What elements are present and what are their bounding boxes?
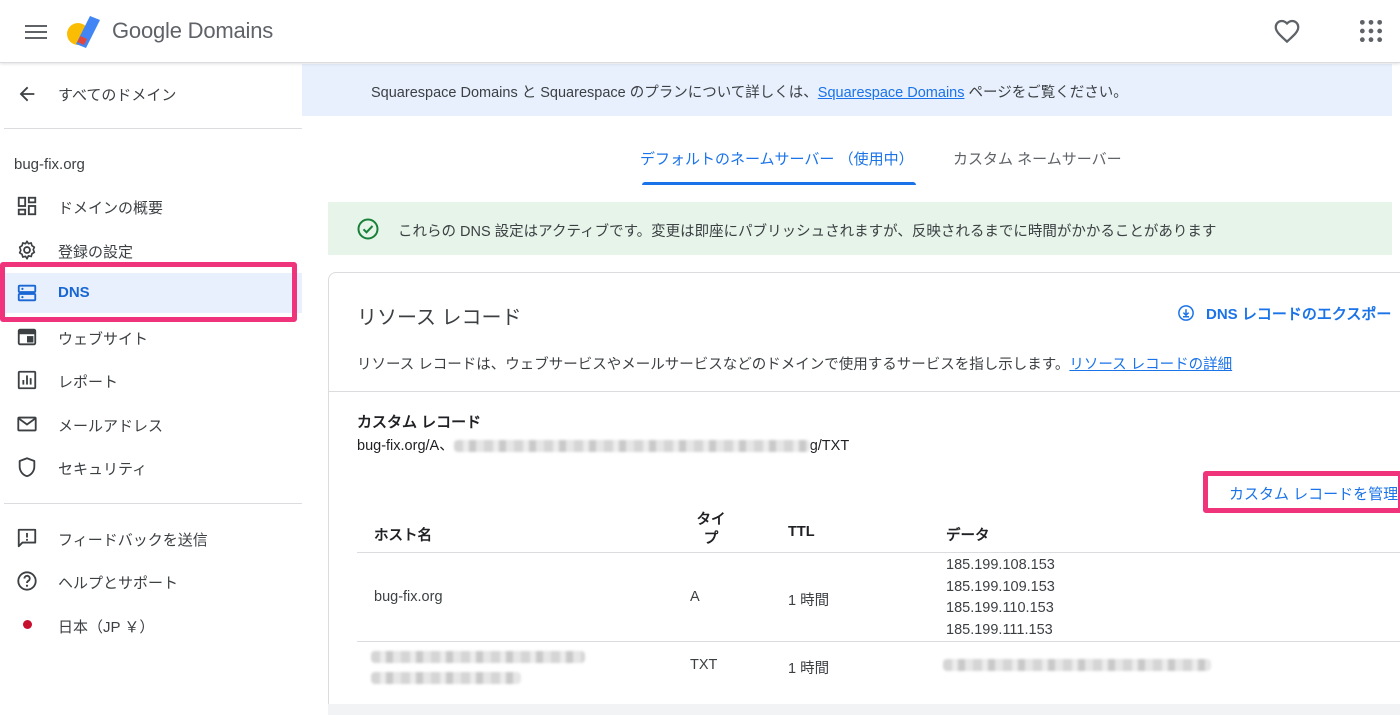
record-data-value: 185.199.111.153 [946,622,1053,639]
domain-name: bug-fix.org [14,156,85,173]
sidebar-item-help[interactable]: ヘルプとサポート [0,561,302,601]
shield-icon [18,457,36,478]
description-text: リソース レコードは、ウェブサービスやメールサービスなどのドメインで使用するサー… [357,357,1070,373]
logo-text[interactable]: Google Domains [112,18,273,44]
record-ttl: 1 時間 [788,661,830,677]
redacted-text [453,440,810,453]
heart-icon[interactable] [1272,16,1302,46]
sidebar-item-security[interactable]: セキュリティ [0,447,302,487]
resource-records-card: リソース レコード DNS レコードのエクスポー リソース レコードは、ウェブサ… [328,272,1400,715]
export-label: DNS レコードのエクスポー [1206,306,1392,323]
record-data-value: 185.199.110.153 [946,600,1054,617]
dns-server-icon [17,284,37,302]
sidebar-item-label: 登録の設定 [58,244,134,261]
redacted-text [371,651,585,663]
column-header-type: タイプ [696,512,726,547]
apps-grid-icon[interactable] [1358,18,1384,44]
column-header-host: ホスト名 [374,528,432,544]
back-label: すべてのドメイン [58,87,177,104]
banner-text-before: Squarespace Domains と Squarespace のプランにつ… [371,85,818,101]
main-content: Squarespace Domains と Squarespace のプランにつ… [302,64,1400,715]
record-host-redacted [371,651,585,684]
records-table-header: ホスト名 タイプ TTL データ [357,512,1400,553]
sidebar-item-label: メールアドレス [58,418,164,435]
tab-default-nameservers[interactable]: デフォルトのネームサーバー （使用中） [640,148,916,186]
sidebar-item-region[interactable]: 日本（JP ￥） [0,605,302,645]
record-type: A [690,589,700,605]
column-header-data: データ [946,528,990,544]
sidebar-item-website[interactable]: ウェブサイト [0,317,302,357]
sidebar-item-dns[interactable]: DNS [0,273,302,313]
resource-records-details-link[interactable]: リソース レコードの詳細 [1069,357,1232,373]
column-header-ttl: TTL [788,524,815,540]
record-ttl: 1 時間 [788,593,830,609]
app-header: Google Domains [0,0,1400,63]
sidebar-item-label: 日本（JP ￥） [58,619,155,636]
redacted-text [943,659,1211,672]
notice-text: これらの DNS 設定はアクティブです。変更は即座にパブリッシュされますが、反映… [398,224,1217,240]
download-icon [1178,305,1194,321]
hamburger-menu-icon[interactable] [20,16,52,48]
tab-custom-nameservers[interactable]: カスタム ネームサーバー [953,148,1122,186]
sidebar-item-registration-settings[interactable]: 登録の設定 [0,230,302,270]
sidebar-item-label: フィードバックを送信 [58,532,208,549]
custom-records-summary: bug-fix.org/A、 g/TXT [357,434,849,455]
sidebar-item-feedback[interactable]: フィードバックを送信 [0,518,302,558]
google-domains-logo-icon [67,16,100,48]
info-banner: Squarespace Domains と Squarespace のプランにつ… [302,64,1392,116]
sidebar-divider [4,503,302,504]
sidebar-item-label: DNS [58,284,90,301]
website-icon [17,328,37,346]
banner-text: Squarespace Domains と Squarespace のプランにつ… [371,81,1128,102]
japan-flag-icon [23,620,32,629]
sidebar-item-reports[interactable]: レポート [0,360,302,400]
dns-active-notice: これらの DNS 設定はアクティブです。変更は即座にパブリッシュされますが、反映… [328,202,1392,255]
nameserver-tabs: デフォルトのネームサーバー （使用中） カスタム ネームサーバー [302,148,1400,186]
tab-label: カスタム ネームサーバー [953,151,1122,168]
table-row[interactable]: bug-fix.org A 1 時間 185.199.108.153 185.1… [357,554,1400,642]
all-domains-back-link[interactable]: すべてのドメイン [0,76,302,112]
record-data-value: 185.199.108.153 [946,557,1055,573]
card-divider [329,391,1400,392]
record-data-redacted [943,657,1211,673]
gear-icon [18,240,36,260]
dashboard-icon [17,196,37,216]
resource-records-title: リソース レコード [357,307,522,329]
sidebar-divider [4,128,302,129]
sidebar-item-label: ウェブサイト [58,331,149,348]
resource-records-description: リソース レコードは、ウェブサービスやメールサービスなどのドメインで使用するサー… [357,353,1232,374]
sidebar-item-label: セキュリティ [58,461,148,478]
tab-label: デフォルトのネームサーバー （使用中） [640,151,914,168]
sidebar-item-label: レポート [58,374,119,391]
active-tab-indicator [642,182,916,185]
summary-suffix: g/TXT [809,438,850,454]
report-chart-icon [17,370,37,390]
record-data: 185.199.108.153 185.199.109.153 185.199.… [946,555,1055,642]
sidebar-item-label: ドメインの概要 [58,200,164,217]
record-host: bug-fix.org [374,589,443,605]
arrow-back-icon [19,86,35,102]
sidebar-item-overview[interactable]: ドメインの概要 [0,186,302,226]
sidebar: すべてのドメイン bug-fix.org ドメインの概要 登録の設定 DNS ウ… [0,64,302,715]
card-footer-bar [328,704,1400,715]
feedback-icon [17,528,37,548]
sidebar-item-label: ヘルプとサポート [58,575,179,592]
redacted-text [371,672,521,684]
sidebar-item-email[interactable]: メールアドレス [0,404,302,444]
record-data-value: 185.199.109.153 [946,578,1055,595]
manage-custom-records-button[interactable]: カスタム レコードを管理 [1203,471,1400,513]
check-circle-icon [357,218,379,240]
help-icon [17,571,37,591]
record-type: TXT [690,657,718,673]
custom-records-title: カスタム レコード [357,414,482,431]
mail-icon [17,416,37,432]
table-row[interactable]: TXT 1 時間 [357,643,1400,705]
banner-text-after: ページをご覧ください。 [964,85,1128,101]
summary-prefix: bug-fix.org/A、 [357,438,454,454]
manage-label: カスタム レコードを管理 [1229,486,1399,503]
squarespace-domains-link[interactable]: Squarespace Domains [818,85,965,101]
